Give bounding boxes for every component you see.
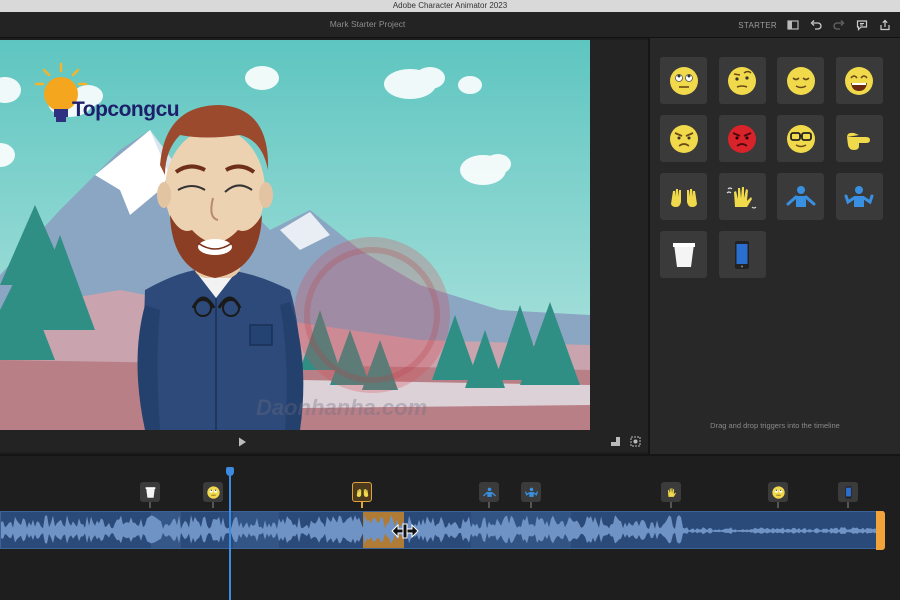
toolbar-actions: STARTER (738, 16, 892, 34)
comment-icon[interactable] (855, 18, 869, 32)
shrug-arms-out-trigger[interactable] (777, 173, 824, 220)
eye-roll-emoji-icon (669, 66, 698, 95)
triggers-grid (660, 57, 900, 278)
paper-cup-icon (145, 486, 155, 498)
jazz-hands-icon (356, 488, 368, 497)
undo-icon[interactable] (809, 18, 823, 32)
raised-eyebrow-emoji-icon (728, 66, 756, 95)
eye-roll-emoji-icon (206, 485, 220, 499)
person-arms-out-icon (482, 487, 496, 497)
app-window: Adobe Character Animator 2023 Mark Start… (0, 0, 900, 600)
suspicious-trigger[interactable] (718, 57, 766, 104)
cup-trigger[interactable] (660, 231, 707, 278)
share-icon[interactable] (878, 18, 892, 32)
logo-text: Topcongcu (72, 98, 180, 121)
pointing-hand-icon (847, 132, 870, 150)
camera-icon[interactable] (628, 434, 642, 448)
watermark-seal (294, 237, 450, 393)
smartphone-icon (844, 485, 852, 499)
nerd-trigger[interactable] (777, 115, 824, 162)
timeline-panel (0, 454, 900, 600)
fit-view-icon[interactable] (608, 434, 622, 448)
person-shrug-icon (844, 185, 874, 207)
paper-cup-icon (672, 242, 695, 267)
top-toolbar: Mark Starter Project STARTER (0, 12, 900, 38)
trigger-markers (0, 482, 900, 510)
track-end-handle[interactable] (876, 511, 885, 550)
shrug-trigger[interactable] (835, 173, 883, 220)
watermark-text: Daonhanha.com (256, 395, 428, 420)
phone-trigger[interactable] (718, 231, 766, 278)
trigger-marker-arms-out[interactable] (479, 482, 499, 510)
resize-cursor-icon (391, 523, 419, 539)
trigger-marker-shrug[interactable] (521, 482, 541, 510)
trigger-marker-eye-roll[interactable] (203, 482, 223, 510)
redo-icon[interactable] (832, 18, 846, 32)
triggers-panel: Drag and drop triggers into the timeline (650, 38, 900, 454)
person-shrug-icon (524, 487, 538, 497)
viewer-gutter (590, 40, 648, 430)
playhead-handle[interactable] (226, 467, 234, 476)
play-icon[interactable] (236, 435, 248, 447)
trigger-marker-eye-roll-2[interactable] (768, 482, 788, 510)
trigger-marker-cup[interactable] (140, 482, 160, 510)
project-name: Mark Starter Project (329, 19, 406, 29)
smartphone-icon (735, 240, 749, 269)
waving-hand-icon (667, 487, 676, 497)
relieved-trigger[interactable] (777, 57, 824, 104)
angry-emoji-icon (669, 124, 698, 153)
wave-trigger[interactable] (718, 173, 766, 220)
jazz-hands-trigger[interactable] (660, 173, 707, 220)
person-arms-out-icon (786, 185, 815, 207)
waving-hand-icon (726, 186, 757, 209)
panel-hint-text: Drag and drop triggers into the timeline (710, 421, 840, 430)
playhead-line[interactable] (229, 468, 231, 600)
workspace-mode-label[interactable]: STARTER (738, 21, 777, 30)
relieved-emoji-icon (786, 66, 815, 95)
logo-overlay: Topcongcu (26, 60, 226, 136)
trigger-marker-phone[interactable] (838, 482, 858, 510)
jazz-hands-icon (670, 188, 697, 207)
window-title: Adobe Character Animator 2023 (0, 0, 900, 12)
trigger-marker-jazz-hands[interactable] (352, 482, 372, 510)
angry-trigger[interactable] (660, 115, 707, 162)
eye-roll-trigger[interactable] (660, 57, 707, 104)
audio-track[interactable] (0, 511, 884, 549)
point-trigger[interactable] (835, 115, 883, 162)
layout-icon[interactable] (786, 18, 800, 32)
grin-trigger[interactable] (835, 57, 883, 104)
audio-waveform (1, 512, 883, 548)
grinning-emoji-icon (845, 66, 873, 95)
trigger-marker-wave[interactable] (661, 482, 681, 510)
red-angry-emoji-icon (728, 124, 756, 153)
eye-roll-emoji-icon (771, 485, 785, 499)
viewer-controls (0, 430, 648, 452)
glasses-emoji-icon (786, 124, 815, 153)
scene-preview[interactable]: Topcongcu Daonhanha.com (0, 40, 590, 430)
furious-trigger[interactable] (718, 115, 766, 162)
